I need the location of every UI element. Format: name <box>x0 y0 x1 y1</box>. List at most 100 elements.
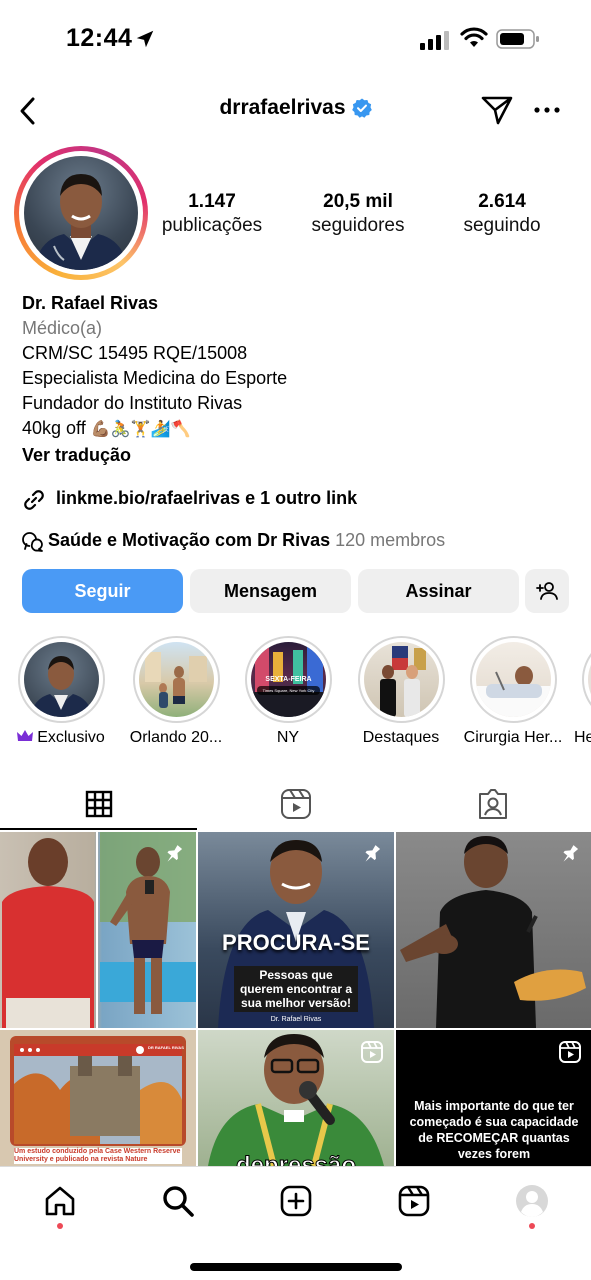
profile-bio: Dr. Rafael Rivas Médico(a) CRM/SC 15495 … <box>22 291 572 468</box>
post-5-text: depressão <box>235 1152 357 1167</box>
following-count: 2.614 <box>478 191 526 212</box>
post-4-caption: Um estudo conduzido pela Case Western Re… <box>14 1148 182 1164</box>
more-icon[interactable] <box>532 98 562 122</box>
post-thumbnail-4[interactable]: DR RAFAEL RIVAS Um estudo conduzido pela… <box>0 1030 196 1166</box>
highlight-label: NY <box>276 729 300 746</box>
nav-profile[interactable] <box>512 1181 552 1221</box>
stat-following[interactable]: 2.614 seguindo <box>432 191 572 239</box>
broadcast-channel[interactable]: Saúde e Motivação com Dr Rivas 120 membr… <box>22 528 572 554</box>
reels-icon <box>280 789 311 819</box>
nav-create[interactable] <box>276 1181 316 1221</box>
nav-reels[interactable] <box>394 1181 434 1221</box>
bio-line-crm: CRM/SC 15495 RQE/15008 <box>22 343 248 363</box>
post-thumbnail-5[interactable]: depressão <box>198 1030 394 1166</box>
bio-link[interactable]: linkme.bio/rafaelrivas e 1 outro link <box>22 486 572 514</box>
pin-icon <box>365 845 381 862</box>
weight-text: 40kg off <box>22 418 86 438</box>
following-label: seguindo <box>463 215 541 236</box>
bio-line-specialty: Especialista Medicina do Esporte <box>22 368 288 388</box>
channel-members: 120 membros <box>335 530 446 550</box>
home-notification-dot <box>57 1223 63 1229</box>
followers-count: 20,5 mil <box>323 191 393 212</box>
link-icon <box>24 490 44 510</box>
message-button[interactable]: Mensagem <box>190 569 351 613</box>
bio-line-weight: 40kg off 💪🏽🚴🏋️🏄🪓 <box>22 416 572 442</box>
profile-notification-dot <box>529 1223 535 1229</box>
stat-followers[interactable]: 20,5 mil seguidores <box>288 191 428 239</box>
posts-count: 1.147 <box>188 191 236 212</box>
home-indicator <box>190 1263 402 1271</box>
highlight-label: Cirurgia Her... <box>463 729 563 746</box>
avatar-photo <box>24 156 138 270</box>
active-tab-indicator <box>0 828 197 830</box>
stat-posts[interactable]: 1.147 publicações <box>142 191 282 239</box>
profile-header: drrafaelrivas <box>0 88 591 134</box>
send-icon[interactable] <box>480 94 514 126</box>
tab-reels[interactable] <box>197 778 394 830</box>
subscribe-button[interactable]: Assinar <box>358 569 519 613</box>
channel-name: Saúde e Motivação com Dr Rivas <box>48 530 331 550</box>
tab-tagged[interactable] <box>394 778 591 830</box>
ny-overlay-place: Times Square, New York City <box>257 686 320 695</box>
home-icon <box>45 1186 75 1216</box>
emoji-axe: 🪓 <box>170 421 191 438</box>
emoji-weights: 🏋️ <box>130 421 151 438</box>
highlight-label: Destaques <box>362 729 440 746</box>
signal-icon <box>420 31 449 50</box>
battery-icon <box>496 29 539 49</box>
verified-icon <box>351 98 372 118</box>
post-4-brand: DR RAFAEL RIVAS <box>148 1045 184 1050</box>
highlight-label: He <box>574 729 591 746</box>
profile-category: Médico(a) <box>22 318 103 338</box>
post-6-text: Mais importante do que ter começado é su… <box>409 1099 579 1161</box>
post-2-title: PROCURA-SE <box>222 930 370 955</box>
channel-icon <box>22 532 43 552</box>
status-time: 12:44 <box>66 24 133 52</box>
nav-home[interactable] <box>40 1181 80 1221</box>
link-text[interactable]: linkme.bio/rafaelrivas e 1 outro link <box>56 488 357 509</box>
crown-icon <box>17 730 34 741</box>
suggested-accounts-button[interactable] <box>525 569 569 613</box>
username: drrafaelrivas <box>219 96 346 119</box>
reel-badge-icon <box>559 1041 581 1063</box>
search-icon <box>163 1186 194 1217</box>
post-thumbnail-3[interactable] <box>396 832 591 1028</box>
pin-icon <box>563 845 579 862</box>
profile-tabs <box>0 778 591 830</box>
see-translation-link[interactable]: Ver tradução <box>22 442 572 468</box>
profile-stats: 1.147 publicações 20,5 mil seguidores 2.… <box>150 191 570 241</box>
post-thumbnail-2[interactable]: PROCURA-SE Pessoas que querem encontrar … <box>198 832 394 1028</box>
nav-search[interactable] <box>158 1181 198 1221</box>
emoji-muscle: 💪🏽 <box>90 421 111 438</box>
reels-nav-icon <box>398 1185 430 1217</box>
emoji-bike: 🚴 <box>110 421 131 438</box>
status-bar: 12:44 <box>0 0 591 78</box>
follow-button[interactable]: Seguir <box>22 569 183 613</box>
posts-grid: PROCURA-SE Pessoas que querem encontrar … <box>0 832 591 1166</box>
post-2-signature: Dr. Rafael Rivas <box>270 1016 322 1023</box>
tab-posts-grid[interactable] <box>0 778 197 830</box>
reel-badge-icon <box>361 1041 383 1063</box>
pin-icon <box>167 845 183 862</box>
emoji-surf: 🏄 <box>150 421 171 438</box>
ny-overlay-day: SEXTA-FEIRA <box>265 676 312 683</box>
wifi-icon <box>460 27 488 47</box>
highlight-label: Orlando 20... <box>129 729 223 746</box>
profile-avatar[interactable] <box>14 146 148 280</box>
posts-label: publicações <box>161 215 263 236</box>
post-thumbnail-1[interactable] <box>0 832 196 1028</box>
add-person-icon <box>536 582 558 600</box>
profile-name: Dr. Rafael Rivas <box>22 293 159 313</box>
tagged-icon <box>478 789 507 819</box>
highlight-label: Exclusivo <box>37 729 105 746</box>
grid-icon <box>85 790 112 818</box>
location-arrow-icon <box>136 30 154 48</box>
story-highlights: Exclusivo Orlando 20... SEXTA-FEIRA Time… <box>0 636 591 756</box>
followers-label: seguidores <box>311 215 405 236</box>
bio-line-founder: Fundador do Instituto Rivas <box>22 393 243 413</box>
post-2-subtitle: Pessoas que querem encontrar a sua melho… <box>234 966 358 1012</box>
post-thumbnail-6[interactable]: Mais importante do que ter começado é su… <box>396 1030 591 1166</box>
bottom-navigation <box>0 1166 591 1280</box>
create-icon <box>280 1185 312 1217</box>
profile-icon <box>516 1185 548 1217</box>
